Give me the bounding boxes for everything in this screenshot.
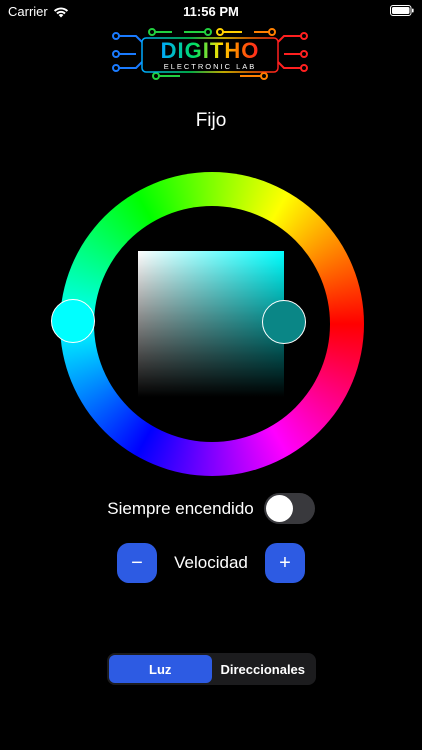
always-on-row: Siempre encendido [0,493,422,524]
always-on-toggle[interactable] [263,493,315,524]
speed-label: Velocidad [174,553,248,572]
speed-decrease-button[interactable]: − [117,543,157,583]
digitho-logo: DIGITHO ELECTRONIC LAB [112,28,308,80]
speed-row: − Velocidad + [0,543,422,583]
status-bar: Carrier 11:56 PM [0,0,422,22]
status-time: 11:56 PM [183,4,239,19]
saturation-brightness-handle[interactable] [262,300,306,344]
hue-handle[interactable] [51,299,95,343]
logo-subtitle: ELECTRONIC LAB [164,62,257,71]
mode-segmented-control: Luz Direccionales [107,653,316,685]
mode-title: Fijo [195,110,227,131]
speed-increase-button[interactable]: + [265,543,305,583]
segment-direccionales[interactable]: Direccionales [212,655,315,683]
logo-title: DIGITHO [161,38,260,63]
battery-icon [390,5,414,16]
toggle-knob [265,495,293,522]
always-on-label: Siempre encendido [107,498,254,518]
segment-luz[interactable]: Luz [109,655,212,683]
